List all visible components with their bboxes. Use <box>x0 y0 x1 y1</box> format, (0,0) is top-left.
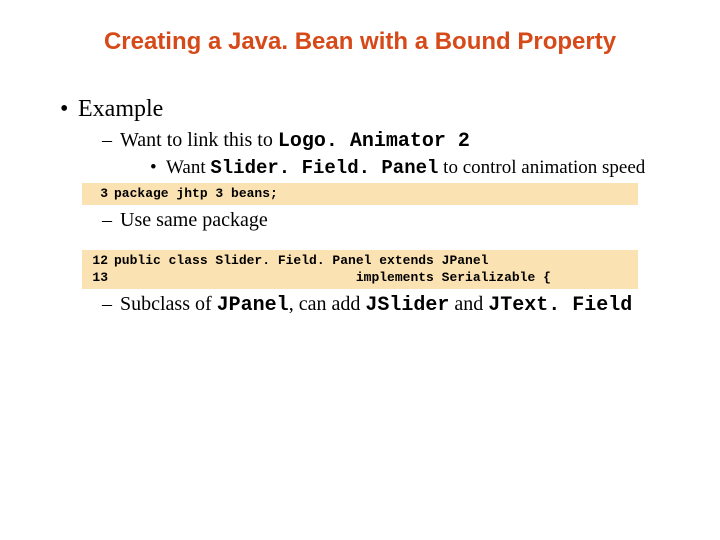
code-block-class-decl: 12public class Slider. Field. Panel exte… <box>82 250 638 289</box>
bullet-example-text: Example <box>78 96 163 122</box>
bullet-subclass-jpanel: –Subclass of JPanel, can add JSlider and… <box>102 293 690 317</box>
code-block-package: 3package jhtp 3 beans; <box>82 183 638 205</box>
text-mid2: and <box>449 293 488 315</box>
code-jslider: JSlider <box>365 294 449 317</box>
text-post: to control animation speed <box>438 157 645 178</box>
line-number: 13 <box>82 269 114 287</box>
text-pre: Want to link this to <box>120 129 278 151</box>
bullet-dot: • <box>60 96 78 123</box>
text-mid1: , can add <box>289 293 366 315</box>
bullet-dash: – <box>102 209 120 232</box>
bullet-dot: • <box>150 157 166 179</box>
bullet-link-logoanimator: –Want to link this to Logo. Animator 2 <box>102 129 690 153</box>
code-line: 12public class Slider. Field. Panel exte… <box>82 252 638 270</box>
code-line: 3package jhtp 3 beans; <box>82 185 638 203</box>
slide-title: Creating a Java. Bean with a Bound Prope… <box>30 28 690 56</box>
line-number: 3 <box>82 185 114 203</box>
code-text: package jhtp 3 beans; <box>114 186 278 201</box>
bullet-sliderfieldpanel: •Want Slider. Field. Panel to control an… <box>150 157 690 179</box>
bullet-dash: – <box>102 293 120 316</box>
line-number: 12 <box>82 252 114 270</box>
code-line: 13 implements Serializable { <box>82 269 638 287</box>
code-jtextfield: JText. Field <box>488 294 632 317</box>
code-jpanel: JPanel <box>217 294 289 317</box>
text-pre: Subclass of <box>120 293 217 315</box>
code-sliderfieldpanel: Slider. Field. Panel <box>210 157 438 179</box>
code-text: public class Slider. Field. Panel extend… <box>114 253 488 268</box>
bullet-dash: – <box>102 129 120 152</box>
text: Use same package <box>120 209 268 231</box>
code-logoanimator2: Logo. Animator 2 <box>278 130 470 153</box>
code-text: implements Serializable { <box>114 270 551 285</box>
bullet-same-package: –Use same package <box>102 209 690 232</box>
text-pre: Want <box>166 157 210 178</box>
bullet-example: •Example <box>60 96 690 123</box>
